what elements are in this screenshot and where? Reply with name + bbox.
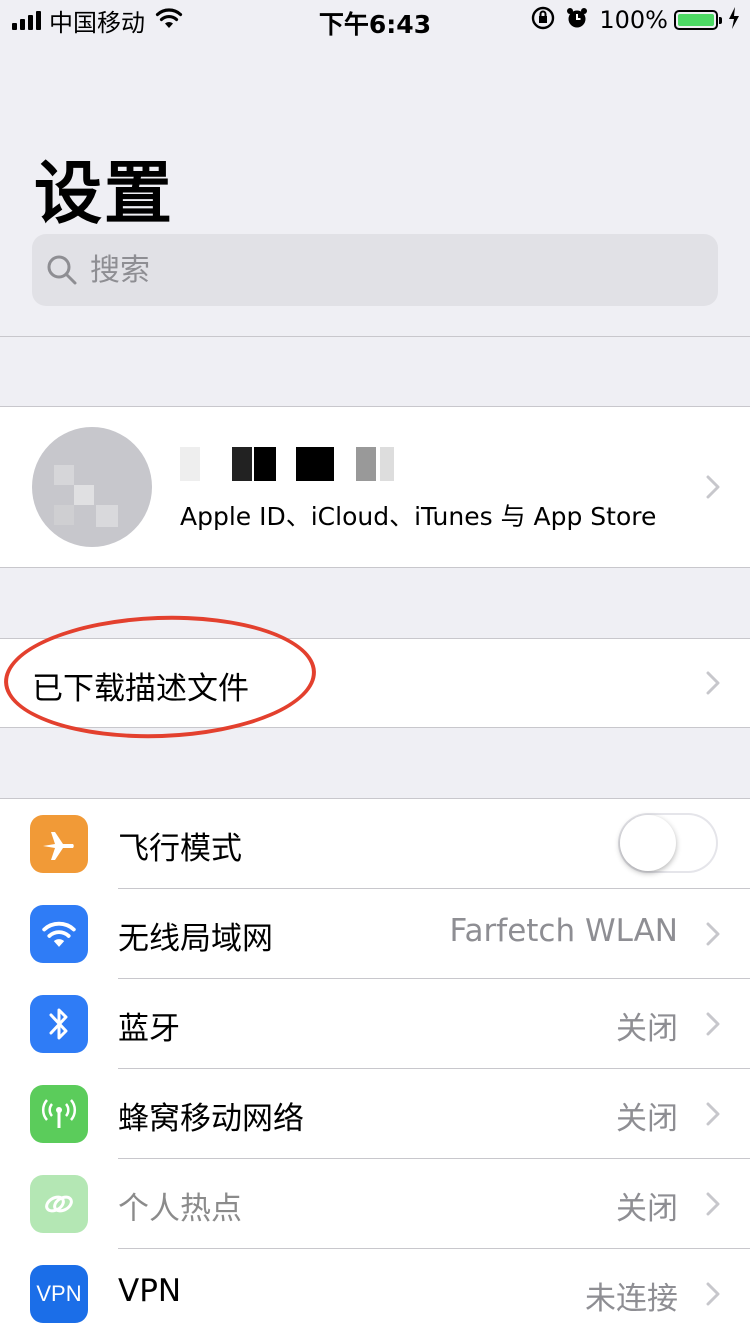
avatar: [32, 427, 152, 547]
wlan-label: 无线局域网: [118, 921, 273, 957]
divider: [0, 336, 750, 337]
hotspot-label: 个人热点: [118, 1191, 242, 1227]
search-input[interactable]: [88, 251, 652, 289]
cellular-icon: [30, 1085, 88, 1143]
page-title: 设置: [34, 155, 175, 234]
chevron-right-icon: [706, 1012, 720, 1036]
chevron-right-icon: [706, 1282, 720, 1306]
orientation-lock-icon: [531, 6, 555, 34]
chevron-right-icon: [706, 922, 720, 946]
vpn-badge-text: VPN: [36, 1281, 82, 1306]
bluetooth-label: 蓝牙: [118, 1011, 180, 1047]
bluetooth-icon: [30, 995, 88, 1053]
chevron-right-icon: [706, 671, 720, 695]
vpn-value: 未连接: [585, 1281, 678, 1317]
search-icon: [47, 255, 77, 285]
chevron-right-icon: [706, 1192, 720, 1216]
wifi-icon: [30, 905, 88, 963]
hotspot-row[interactable]: 个人热点 关闭: [0, 1159, 750, 1249]
apple-id-row[interactable]: Apple ID、iCloud、iTunes 与 App Store: [0, 406, 750, 568]
search-bar[interactable]: [32, 234, 718, 306]
vpn-row[interactable]: VPN VPN 未连接: [0, 1249, 750, 1339]
toggle-knob: [620, 815, 676, 871]
status-bar: 中国移动 下午6:43 100%: [0, 0, 750, 40]
battery-icon: [674, 10, 722, 30]
airplane-icon: [30, 815, 88, 873]
settings-list: 飞行模式 无线局域网 Farfetch WLAN 蓝牙 关闭 蜂窝移动网络 关闭…: [0, 798, 750, 1339]
vpn-label: VPN: [118, 1273, 182, 1309]
hotspot-icon: [30, 1175, 88, 1233]
airplane-mode-row[interactable]: 飞行模式: [0, 799, 750, 889]
battery-percent: 100%: [599, 6, 668, 34]
hotspot-value: 关闭: [616, 1191, 678, 1227]
charging-icon: [728, 7, 740, 33]
bluetooth-value: 关闭: [616, 1011, 678, 1047]
chevron-right-icon: [706, 1102, 720, 1126]
airplane-mode-toggle[interactable]: [618, 813, 718, 873]
airplane-mode-label: 飞行模式: [118, 831, 242, 867]
vpn-icon: VPN: [30, 1265, 88, 1323]
apple-id-subtitle: Apple ID、iCloud、iTunes 与 App Store: [180, 502, 657, 531]
cellular-label: 蜂窝移动网络: [118, 1101, 304, 1137]
cellular-row[interactable]: 蜂窝移动网络 关闭: [0, 1069, 750, 1159]
chevron-right-icon: [706, 475, 720, 499]
wlan-row[interactable]: 无线局域网 Farfetch WLAN: [0, 889, 750, 979]
wlan-value: Farfetch WLAN: [449, 913, 678, 949]
alarm-icon: [565, 6, 589, 34]
redacted-name: [180, 447, 400, 481]
cellular-value: 关闭: [616, 1101, 678, 1137]
bluetooth-row[interactable]: 蓝牙 关闭: [0, 979, 750, 1069]
